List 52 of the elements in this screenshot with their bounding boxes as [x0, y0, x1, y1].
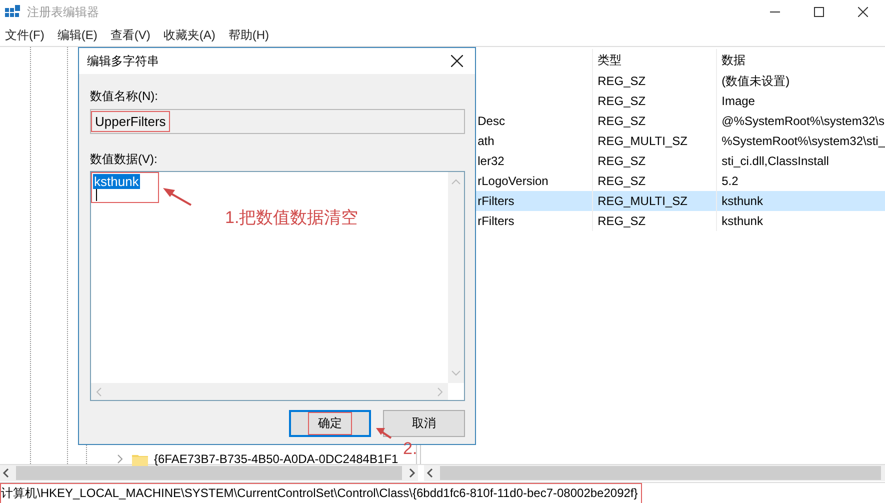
field-label: 数值名称(N):	[90, 88, 159, 104]
annotation-text: 1.把数值数据清空	[225, 207, 358, 229]
value-name: ler32	[478, 154, 504, 168]
maximize-icon	[814, 7, 824, 17]
annotation-arrow	[376, 427, 392, 439]
value-data: 5.2	[722, 174, 738, 188]
close-icon	[451, 55, 463, 67]
registry-icon	[5, 4, 20, 20]
folder-icon	[132, 452, 148, 466]
annotation-box: ksthunk	[91, 172, 159, 203]
value-data: @%SystemRoot%\system32\s	[722, 114, 885, 128]
dialog-title: 编辑多字符串	[87, 52, 159, 70]
value-name: ath	[478, 134, 494, 148]
name-field[interactable]: UpperFilters	[90, 109, 465, 134]
menu-item[interactable]: 编辑(E)	[52, 26, 106, 44]
value-type: REG_SZ	[598, 74, 646, 88]
value-type: REG_MULTI_SZ	[598, 134, 688, 148]
value-data: Image	[722, 94, 755, 108]
value-name: rFilters	[478, 214, 514, 228]
value-type: REG_SZ	[598, 154, 646, 168]
cancel-button[interactable]: 取消	[383, 410, 465, 437]
value-type: REG_SZ	[598, 214, 646, 228]
text-cursor	[96, 189, 97, 201]
field-label: 数值数据(V):	[90, 151, 158, 167]
tree-item[interactable]: {6FAE73B7-B735-4B50-A0DA-0DC2484B1F1	[154, 452, 398, 466]
value-type: REG_SZ	[598, 94, 646, 108]
value-data: %SystemRoot%\system32\sti_	[722, 134, 885, 148]
column-header[interactable]: 类型	[598, 52, 622, 68]
menu-item[interactable]: 帮助(H)	[223, 26, 277, 44]
horizontal-scrollbar[interactable]	[0, 465, 418, 481]
expand-icon[interactable]	[116, 454, 124, 464]
value-data: ksthunk	[722, 214, 763, 228]
value-name: rFilters	[478, 194, 514, 208]
menu-item[interactable]: 文件(F)	[0, 26, 52, 44]
menu-item[interactable]: 查看(V)	[105, 26, 158, 44]
value-name: Desc	[478, 114, 505, 128]
annotation-arrow	[162, 186, 192, 206]
close-icon	[858, 7, 868, 17]
menu-item[interactable]: 收藏夹(A)	[158, 26, 224, 44]
annotation-text: 2.	[403, 439, 418, 459]
value-data: ksthunk	[722, 194, 763, 208]
column-header[interactable]: 数据	[722, 52, 746, 68]
ok-button[interactable]: 确定	[289, 410, 371, 437]
horizontal-scrollbar[interactable]	[424, 465, 885, 481]
value-data: (数值未设置)	[722, 72, 790, 90]
value-data: sti_ci.dll,ClassInstall	[722, 154, 829, 168]
value-type: REG_MULTI_SZ	[598, 194, 688, 208]
window-title: 注册表编辑器	[27, 4, 99, 20]
value-type: REG_SZ	[598, 174, 646, 188]
value-name: rLogoVersion	[478, 174, 548, 188]
value-type: REG_SZ	[598, 114, 646, 128]
status-path: 计算机\HKEY_LOCAL_MACHINE\SYSTEM\CurrentControlSet\Control\Class\{6bdd1fc6-810f-11d0-bec7-08002be2092f}	[0, 482, 642, 503]
